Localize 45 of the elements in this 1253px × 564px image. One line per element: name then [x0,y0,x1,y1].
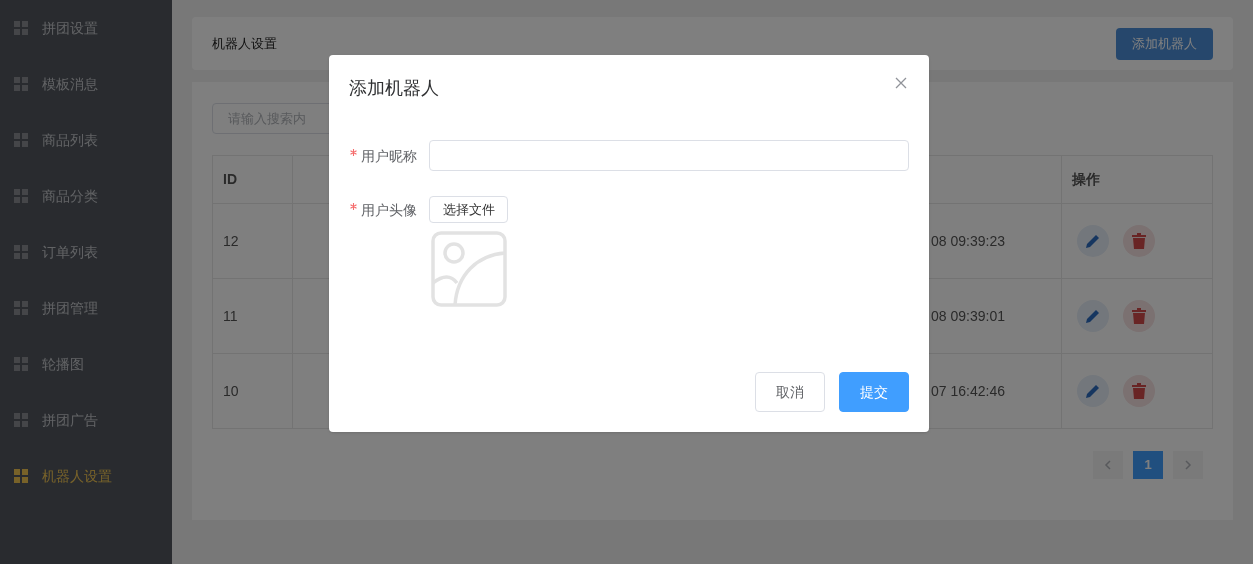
grid-icon [14,77,28,91]
close-icon [895,77,907,89]
table-cell: 12 [213,204,293,279]
submit-button[interactable]: 提交 [839,372,909,412]
cancel-button[interactable]: 取消 [755,372,825,412]
pencil-icon [1085,308,1101,324]
edit-button[interactable] [1077,225,1109,257]
trash-icon [1132,233,1146,249]
pencil-icon [1085,383,1101,399]
grid-icon [14,189,28,203]
nickname-field[interactable] [429,140,909,171]
pencil-icon [1085,233,1101,249]
column-header: 操作 [1062,156,1213,204]
trash-icon [1132,308,1146,324]
add-robot-button[interactable]: 添加机器人 [1116,27,1213,60]
edit-button[interactable] [1077,300,1109,332]
delete-button[interactable] [1123,300,1155,332]
delete-button[interactable] [1123,225,1155,257]
sidebar-item[interactable]: 机器人设置 [0,448,172,504]
grid-icon [14,413,28,427]
table-cell: 10 [213,354,293,429]
field-label: 用户昵称 [349,140,417,167]
column-header: ID [213,156,293,204]
trash-icon [1132,383,1146,399]
page-button[interactable]: 1 [1133,451,1163,479]
table-cell-text: 08 09:39:01 [931,306,1005,326]
image-placeholder-icon [431,231,507,307]
delete-button[interactable] [1123,375,1155,407]
table-cell: 11 [213,279,293,354]
table-cell-text: 07 16:42:46 [931,381,1005,401]
grid-icon [14,357,28,371]
page-title: 机器人设置 [212,34,277,53]
chevron-right-icon [1184,460,1192,470]
choose-file-button[interactable]: 选择文件 [429,196,508,223]
edit-button[interactable] [1077,375,1109,407]
grid-icon [14,21,28,35]
chevron-left-icon [1104,460,1112,470]
close-button[interactable] [894,76,908,90]
grid-icon [14,469,28,483]
table-cell-text: 08 09:39:23 [931,231,1005,251]
dialog-title: 添加机器人 [349,76,439,100]
grid-icon [14,301,28,315]
grid-icon [14,133,28,147]
field-label: 用户头像 [349,196,417,221]
grid-icon [14,245,28,259]
